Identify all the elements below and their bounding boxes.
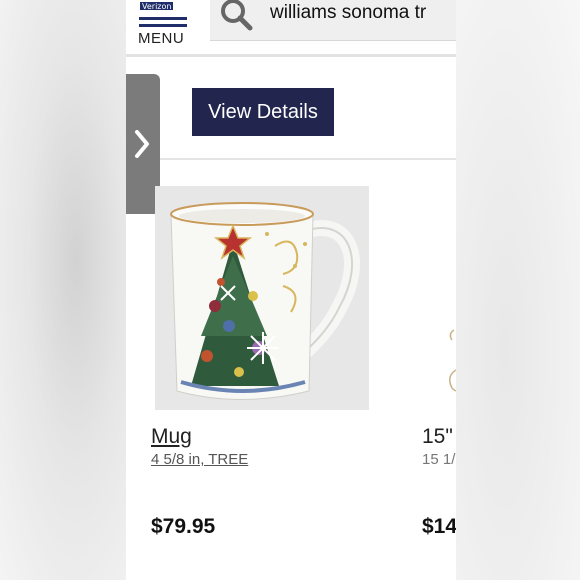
product-price-2: $14 bbox=[422, 515, 456, 538]
chevron-right-icon bbox=[135, 130, 149, 158]
search-input[interactable]: williams sonoma tr bbox=[210, 0, 456, 41]
product-description-2[interactable]: 15 1/ bbox=[422, 451, 455, 468]
view-details-button[interactable]: View Details bbox=[192, 88, 334, 136]
product-image-mug[interactable] bbox=[155, 186, 369, 410]
product-image-2-partial[interactable] bbox=[444, 320, 456, 400]
hamburger-icon[interactable] bbox=[139, 10, 187, 31]
search-icon[interactable] bbox=[218, 0, 254, 33]
search-query: williams sonoma tr bbox=[270, 2, 427, 23]
product-name-2[interactable]: 15" bbox=[422, 425, 453, 449]
site-header: Verizon MENU williams sonoma tr bbox=[126, 0, 456, 57]
section-divider bbox=[160, 158, 456, 160]
phone-screen: Verizon MENU williams sonoma tr View Det… bbox=[126, 0, 456, 580]
product-name[interactable]: Mug bbox=[151, 425, 192, 449]
blurred-background-left bbox=[0, 0, 126, 580]
blurred-background-right bbox=[456, 0, 580, 580]
header-divider bbox=[126, 54, 456, 57]
menu-label[interactable]: MENU bbox=[138, 30, 184, 47]
product-price: $79.95 bbox=[151, 515, 216, 538]
product-description[interactable]: 4 5/8 in, TREE bbox=[151, 451, 248, 468]
